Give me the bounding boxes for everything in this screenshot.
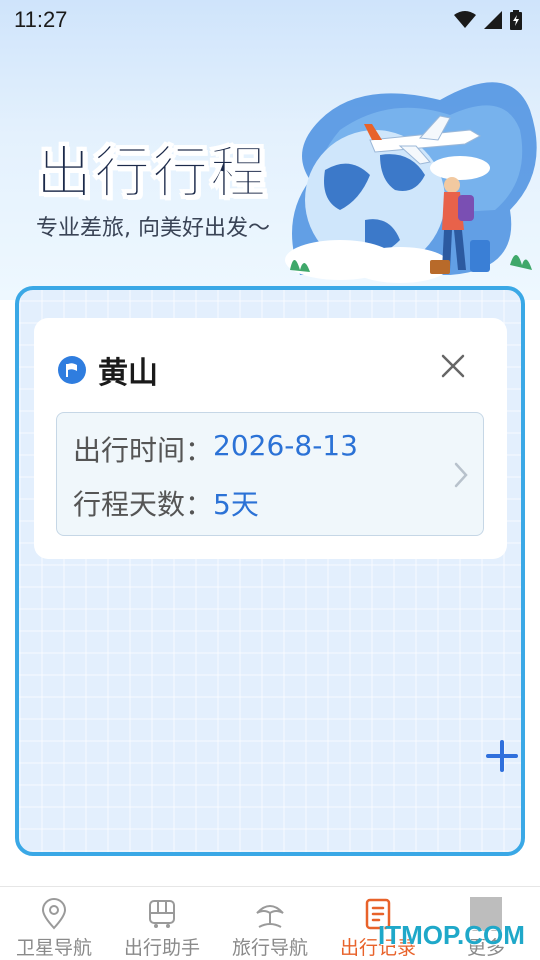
flag-icon — [58, 356, 86, 384]
status-bar: 11:27 — [0, 0, 540, 40]
delete-trip-button[interactable] — [435, 348, 471, 384]
nav-label: 卫星导航 — [15, 937, 92, 959]
location-pin-icon — [41, 898, 67, 930]
page-title: 出行行程 — [36, 141, 268, 207]
travel-illustration — [285, 82, 537, 283]
status-time: 11:27 — [14, 7, 68, 32]
trip-info-box[interactable]: 出行时间： 2026-8-13 行程天数： 5天 — [56, 412, 484, 536]
depart-time-value: 2026-8-13 — [213, 429, 358, 462]
nav-item-satellite-navigation[interactable]: 卫星导航 — [0, 887, 108, 960]
add-trip-button[interactable] — [484, 736, 520, 776]
trip-destination: 黄山 — [98, 356, 158, 391]
depart-time-row: 出行时间： 2026-8-13 — [73, 429, 358, 469]
nav-label: 出行助手 — [123, 937, 200, 959]
close-icon — [441, 354, 465, 378]
bus-icon — [149, 900, 175, 928]
beach-umbrella-icon — [256, 905, 284, 928]
trip-days-label: 行程天数： — [73, 488, 214, 521]
battery-icon — [510, 10, 522, 30]
trip-days-value: 5天 — [213, 488, 259, 521]
wifi-icon — [454, 11, 476, 28]
nav-item-travel-assistant[interactable]: 出行助手 — [108, 887, 216, 960]
watermark: ITMOP.COM — [378, 920, 525, 950]
nav-label: 旅行导航 — [231, 937, 308, 959]
trip-card[interactable]: 黄山 出行时间： 2026-8-13 行程天数： 5天 — [34, 318, 507, 559]
status-icons — [454, 10, 522, 30]
depart-time-label: 出行时间： — [73, 434, 214, 467]
plus-icon — [486, 740, 518, 772]
trip-days-row: 行程天数： 5天 — [73, 483, 259, 523]
signal-icon — [484, 11, 502, 29]
page-subtitle: 专业差旅, 向美好出发～ — [36, 216, 270, 241]
nav-item-travel-navigation[interactable]: 旅行导航 — [216, 887, 324, 960]
trip-header: 黄山 — [58, 348, 158, 392]
chevron-right-icon — [454, 462, 468, 488]
